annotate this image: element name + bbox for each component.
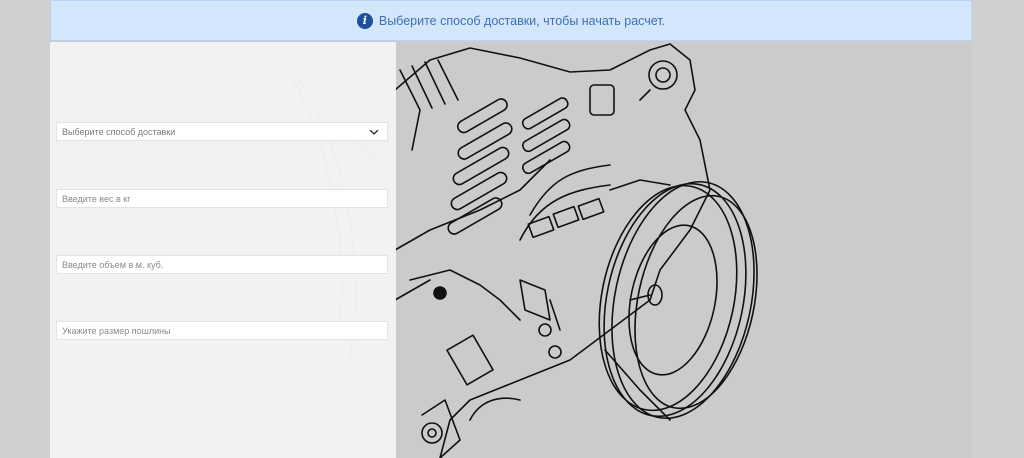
delivery-method-value: Выберите способ доставки (62, 126, 176, 137)
delivery-method-select[interactable]: Выберите способ доставки (56, 122, 388, 141)
volume-input[interactable] (56, 255, 388, 274)
chevron-down-icon (369, 129, 379, 135)
duty-input[interactable] (56, 321, 388, 340)
calculator-page: i Выберите способ доставки, чтобы начать… (50, 0, 972, 458)
info-alert: i Выберите способ доставки, чтобы начать… (50, 0, 972, 41)
calculator-form-panel (50, 42, 396, 458)
weight-input[interactable] (56, 189, 388, 208)
alert-text: Выберите способ доставки, чтобы начать р… (378, 13, 666, 28)
info-icon: i (356, 12, 373, 29)
